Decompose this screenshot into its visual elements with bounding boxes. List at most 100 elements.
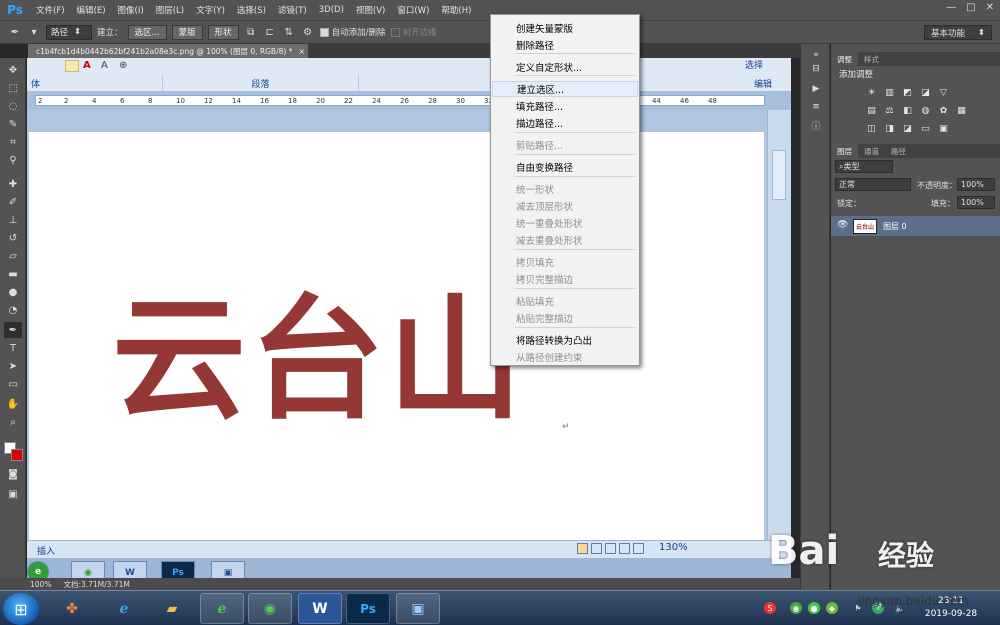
menu-type[interactable]: 文字(Y): [190, 4, 231, 16]
healing-brush-tool-icon[interactable]: ✚: [4, 176, 22, 192]
context-menu-item[interactable]: 删除路径: [492, 37, 638, 53]
context-menu-item[interactable]: 自由变换路径: [492, 159, 638, 175]
info-panel-icon[interactable]: ⓘ: [808, 118, 824, 132]
hand-tool-icon[interactable]: ✋: [4, 396, 22, 412]
fill-input[interactable]: 100%: [957, 196, 995, 209]
explorer-folder-icon[interactable]: ▰: [150, 593, 194, 624]
web-layout-icon[interactable]: [605, 543, 616, 554]
threshold-icon[interactable]: ◪: [901, 122, 914, 135]
canvas-area[interactable]: A A ⊕ 体 段落 编辑 选择 2 2 4 6 8 10 12 14 16 18 20 22 24 26…: [27, 58, 791, 590]
print-layout-icon[interactable]: [577, 543, 588, 554]
path-alignment-icon[interactable]: ⊏: [263, 25, 277, 39]
eraser-tool-icon[interactable]: ▱: [4, 248, 22, 264]
path-arrangement-icon[interactable]: ⇅: [282, 25, 296, 39]
background-color-swatch[interactable]: [11, 449, 23, 461]
properties-panel-icon[interactable]: ≡: [808, 100, 824, 114]
sogou-ime-icon[interactable]: S: [764, 602, 776, 614]
move-tool-icon[interactable]: ✥: [4, 62, 22, 78]
brightness-icon[interactable]: ☀: [865, 86, 878, 99]
posterize-icon[interactable]: ◨: [883, 122, 896, 135]
black-white-icon[interactable]: ◧: [901, 104, 914, 117]
path-operations-icon[interactable]: ⧉: [244, 25, 258, 39]
mask-button[interactable]: 蒙版: [171, 24, 203, 40]
pen-tool-icon[interactable]: ✒: [8, 25, 22, 39]
menu-edit[interactable]: 编辑(E): [71, 4, 112, 16]
opacity-input[interactable]: 100%: [957, 178, 995, 191]
type-tool-icon[interactable]: T: [4, 340, 22, 356]
tab-styles[interactable]: 样式: [858, 52, 885, 66]
marquee-tool-icon[interactable]: ⬚: [4, 80, 22, 96]
actions-panel-icon[interactable]: ▶: [808, 82, 824, 96]
photo-filter-icon[interactable]: ◍: [919, 104, 932, 117]
levels-icon[interactable]: ▥: [883, 86, 896, 99]
gradient-tool-icon[interactable]: ▬: [4, 266, 22, 282]
draft-view-icon[interactable]: [633, 543, 644, 554]
blend-mode-select[interactable]: 正常: [835, 178, 911, 191]
curves-icon[interactable]: ◩: [901, 86, 914, 99]
tool-mode-select[interactable]: 路径 ⬍: [46, 24, 92, 40]
reading-view-icon[interactable]: [591, 543, 602, 554]
word-scrollbar[interactable]: [767, 110, 791, 540]
shield-tray-icon[interactable]: ⛨: [872, 602, 884, 614]
menu-image[interactable]: 图像(I): [112, 4, 150, 16]
context-menu-item[interactable]: 填充路径...: [492, 98, 638, 114]
menu-3d[interactable]: 3D(D): [313, 5, 350, 15]
menu-window[interactable]: 窗口(W): [391, 4, 435, 16]
lasso-tool-icon[interactable]: ◌: [4, 98, 22, 114]
visibility-eye-icon[interactable]: 👁: [837, 220, 848, 230]
flag-tray-icon[interactable]: ⚑: [852, 602, 864, 614]
blur-tool-icon[interactable]: ●: [4, 284, 22, 300]
menu-view[interactable]: 视图(V): [350, 4, 391, 16]
context-menu-item[interactable]: 将路径转换为凸出: [492, 332, 638, 348]
context-menu-item[interactable]: 定义自定形状...: [492, 59, 638, 75]
scrollbar-thumb[interactable]: [772, 150, 786, 200]
auto-add-delete-checkbox[interactable]: 自动添加/删除: [319, 26, 386, 38]
volume-icon[interactable]: 🔈: [894, 602, 906, 614]
pinwheel-app-icon[interactable]: ✤: [50, 593, 94, 624]
crop-tool-icon[interactable]: ⌗: [4, 134, 22, 150]
align-edges-checkbox[interactable]: 对齐边缘: [390, 26, 437, 38]
tab-channels[interactable]: 通道: [858, 144, 885, 158]
workspace-select[interactable]: 基本功能 ⬍: [924, 25, 992, 40]
minimize-button[interactable]: —: [946, 2, 956, 13]
context-menu-item[interactable]: 创建矢量蒙版: [492, 20, 638, 36]
menu-file[interactable]: 文件(F): [30, 4, 71, 16]
dodge-tool-icon[interactable]: ◔: [4, 302, 22, 318]
tab-paths[interactable]: 路径: [885, 144, 912, 158]
color-balance-icon[interactable]: ⚖: [883, 104, 896, 117]
quick-mask-icon[interactable]: ◙: [4, 466, 22, 482]
path-select-tool-icon[interactable]: ➤: [4, 358, 22, 374]
start-button[interactable]: ⊞: [3, 593, 39, 625]
tab-adjustments[interactable]: 调整: [831, 52, 858, 66]
layer-row[interactable]: 👁 云台山 图层 0: [831, 216, 1000, 236]
wechat-icon[interactable]: ◉: [248, 593, 292, 624]
close-button[interactable]: ✕: [986, 2, 994, 13]
shape-tool-icon[interactable]: ▭: [4, 376, 22, 392]
layer-name[interactable]: 图层 0: [883, 221, 907, 232]
history-brush-tool-icon[interactable]: ↺: [4, 230, 22, 246]
exposure-icon[interactable]: ◪: [919, 86, 932, 99]
history-panel-icon[interactable]: ⊟: [808, 62, 824, 76]
hue-saturation-icon[interactable]: ▤: [865, 104, 878, 117]
zoom-tool-icon[interactable]: ⌕: [4, 414, 22, 430]
menu-help[interactable]: 帮助(H): [435, 4, 477, 16]
tab-layers[interactable]: 图层: [831, 144, 858, 158]
selective-color-icon[interactable]: ▣: [937, 122, 950, 135]
chevron-down-icon[interactable]: ▾: [27, 25, 41, 39]
channel-mixer-icon[interactable]: ✿: [937, 104, 950, 117]
gear-icon[interactable]: ⚙: [301, 25, 315, 39]
wechat-tray-icon[interactable]: ◉: [790, 602, 802, 614]
make-selection-button[interactable]: 选区...: [127, 24, 167, 40]
context-menu-item[interactable]: 建立选区...: [492, 81, 638, 97]
screen-mode-icon[interactable]: ▣: [4, 486, 22, 502]
menu-filter[interactable]: 滤镜(T): [272, 4, 313, 16]
ie-icon[interactable]: ℯ: [102, 593, 146, 624]
shape-button[interactable]: 形状: [207, 24, 239, 40]
pen-tool-icon[interactable]: ✒: [4, 322, 22, 338]
eyedropper-tool-icon[interactable]: ⚲: [4, 152, 22, 168]
color-lookup-icon[interactable]: ▦: [955, 104, 968, 117]
gradient-map-icon[interactable]: ▭: [919, 122, 932, 135]
photo-viewer-icon[interactable]: ▣: [396, 593, 440, 624]
close-tab-icon[interactable]: ×: [298, 47, 304, 56]
security-tray-icon[interactable]: ◆: [826, 602, 838, 614]
